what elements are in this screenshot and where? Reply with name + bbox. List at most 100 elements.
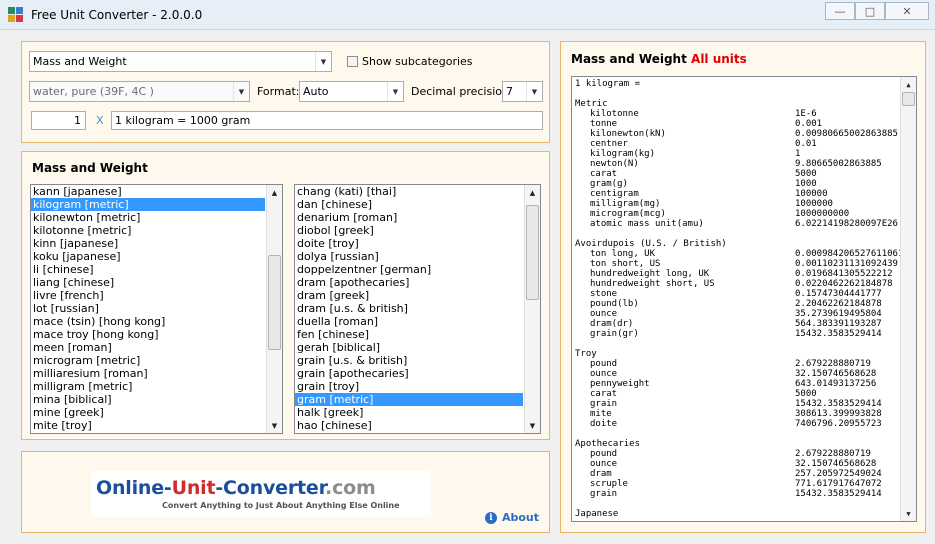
to-list-scrollbar[interactable]: ▲ ▼ (524, 185, 540, 433)
from-list-scrollbar[interactable]: ▲ ▼ (266, 185, 282, 433)
conversion-result-field[interactable]: 1 kilogram = 1000 gram (111, 111, 543, 130)
list-item[interactable]: kilogram [metric] (31, 198, 265, 211)
list-item[interactable]: livre [french] (31, 289, 265, 302)
unit-value: 1000 (795, 179, 817, 189)
list-item[interactable]: milligram [metric] (31, 380, 265, 393)
list-item[interactable]: doppelzentner [german] (295, 263, 523, 276)
results-header: 1 kilogram = (575, 79, 641, 89)
list-item[interactable]: kann [japanese] (31, 185, 265, 198)
precision-dropdown[interactable]: 7 ▼ (502, 81, 543, 102)
list-item[interactable]: dram [greek] (295, 289, 523, 302)
unit-name: kilotonne (590, 109, 639, 119)
list-item[interactable]: milliaresium [roman] (31, 367, 265, 380)
scrollbar-thumb[interactable] (902, 92, 915, 106)
list-item[interactable]: kilotonne [metric] (31, 224, 265, 237)
substance-dropdown[interactable]: water, pure (39F, 4C ) ▼ (29, 81, 250, 102)
unit-value: 32.150746568628 (795, 459, 877, 469)
scroll-up-icon[interactable]: ▲ (901, 77, 916, 92)
about-label: About (501, 511, 539, 524)
minimize-icon: — (834, 4, 846, 18)
unit-name: pound (590, 359, 618, 369)
ad-banner[interactable]: Online-Unit-Converter.com Convert Anythi… (91, 471, 431, 517)
scroll-up-icon[interactable]: ▲ (267, 185, 282, 200)
from-unit-list[interactable]: kann [japanese] kilogram [metric] kilonewt… (30, 184, 283, 434)
results-textbox[interactable]: 1 kilogram = Metric kilotonne 1E-6 tonne 0.00… (571, 76, 917, 522)
results-row: pound 2.679228880719 (575, 449, 899, 459)
results-row: atomic mass unit(amu) 6.02214198280097E26 (575, 219, 899, 229)
results-row: kilonewton(kN) 0.00980665002863885 (575, 129, 899, 139)
list-item[interactable]: grain [apothecaries] (295, 367, 523, 380)
list-item[interactable]: grain [u.s. & british] (295, 354, 523, 367)
scroll-up-icon[interactable]: ▲ (525, 185, 540, 200)
results-row: pound 2.679228880719 (575, 359, 899, 369)
results-row: dram 257.205972549024 (575, 469, 899, 479)
list-item[interactable]: microgram [metric] (31, 354, 265, 367)
list-item[interactable]: hao [chinese] (295, 419, 523, 432)
scroll-down-icon[interactable]: ▼ (267, 418, 282, 433)
list-item[interactable]: mace troy [hong kong] (31, 328, 265, 341)
maximize-button[interactable]: □ (855, 2, 885, 20)
list-item[interactable]: duella [roman] (295, 315, 523, 328)
list-item[interactable]: meen [roman] (31, 341, 265, 354)
list-item[interactable]: gram [metric] (295, 393, 523, 406)
chevron-down-icon[interactable]: ▼ (387, 82, 403, 101)
list-item[interactable]: denarium [roman] (295, 211, 523, 224)
list-item[interactable]: chang (kati) [thai] (295, 185, 523, 198)
chevron-down-icon[interactable]: ▼ (526, 82, 542, 101)
chevron-down-icon[interactable]: ▼ (233, 82, 249, 101)
close-button[interactable]: ✕ (885, 2, 929, 20)
unit-name: hundredweight short, US (590, 279, 715, 289)
list-item[interactable]: dan [chinese] (295, 198, 523, 211)
list-item[interactable]: dram [u.s. & british] (295, 302, 523, 315)
minimize-button[interactable]: — (825, 2, 855, 20)
amount-input[interactable]: 1 (31, 111, 86, 130)
unit-value: 6.02214198280097E26 (795, 219, 898, 229)
list-item[interactable]: koku [japanese] (31, 250, 265, 263)
scroll-down-icon[interactable]: ▼ (525, 418, 540, 433)
list-item[interactable]: fen [chinese] (295, 328, 523, 341)
list-item[interactable]: halk [greek] (295, 406, 523, 419)
list-item[interactable]: dram [apothecaries] (295, 276, 523, 289)
list-item[interactable]: kilonewton [metric] (31, 211, 265, 224)
results-row: grain(gr) 15432.3583529414 (575, 329, 899, 339)
list-item[interactable]: mine [greek] (31, 406, 265, 419)
results-scrollbar[interactable]: ▲ ▼ (900, 77, 916, 521)
unit-value: 0.00980665002863885 (795, 129, 898, 139)
list-item[interactable]: kinn [japanese] (31, 237, 265, 250)
unit-name: ton short, US (590, 259, 661, 269)
list-item[interactable]: li [chinese] (31, 263, 265, 276)
results-row: carat 5000 (575, 389, 899, 399)
unit-name: stone (590, 289, 618, 299)
list-item[interactable]: mace (tsin) [hong kong] (31, 315, 265, 328)
list-item[interactable]: mina [biblical] (31, 393, 265, 406)
list-item[interactable]: diobol [greek] (295, 224, 523, 237)
chevron-down-icon[interactable]: ▼ (315, 52, 331, 71)
scrollbar-thumb[interactable] (268, 255, 281, 350)
list-item[interactable]: mite [troy] (31, 419, 265, 432)
list-item[interactable]: liang [chinese] (31, 276, 265, 289)
list-item[interactable]: gerah [biblical] (295, 341, 523, 354)
unit-value: 257.205972549024 (795, 469, 882, 479)
list-item[interactable]: dolya [russian] (295, 250, 523, 263)
format-dropdown[interactable]: Auto ▼ (299, 81, 404, 102)
app-icon (8, 7, 24, 23)
category-dropdown[interactable]: Mass and Weight ▼ (29, 51, 332, 72)
show-subcategories-label: Show subcategories (362, 55, 473, 68)
results-row: mite 308613.399993828 (575, 409, 899, 419)
results-row: scruple 771.617917647072 (575, 479, 899, 489)
results-row: gram(g) 1000 (575, 179, 899, 189)
maximize-icon: □ (864, 4, 876, 18)
unit-value: 308613.399993828 (795, 409, 882, 419)
list-item[interactable]: doite [troy] (295, 237, 523, 250)
unit-value: 1000000 (795, 199, 833, 209)
list-item[interactable]: grain [troy] (295, 380, 523, 393)
scrollbar-thumb[interactable] (526, 205, 539, 300)
results-row: microgram(mcg) 1000000000 (575, 209, 899, 219)
unit-name: pound (590, 449, 618, 459)
show-subcategories-checkbox[interactable] (347, 56, 358, 67)
results-row: ton short, US 0.00110231131092439 (575, 259, 899, 269)
list-item[interactable]: lot [russian] (31, 302, 265, 315)
to-unit-list[interactable]: chang (kati) [thai] dan [chinese] denarium… (294, 184, 541, 434)
about-link[interactable]: i About (484, 511, 539, 524)
scroll-down-icon[interactable]: ▼ (901, 506, 916, 521)
